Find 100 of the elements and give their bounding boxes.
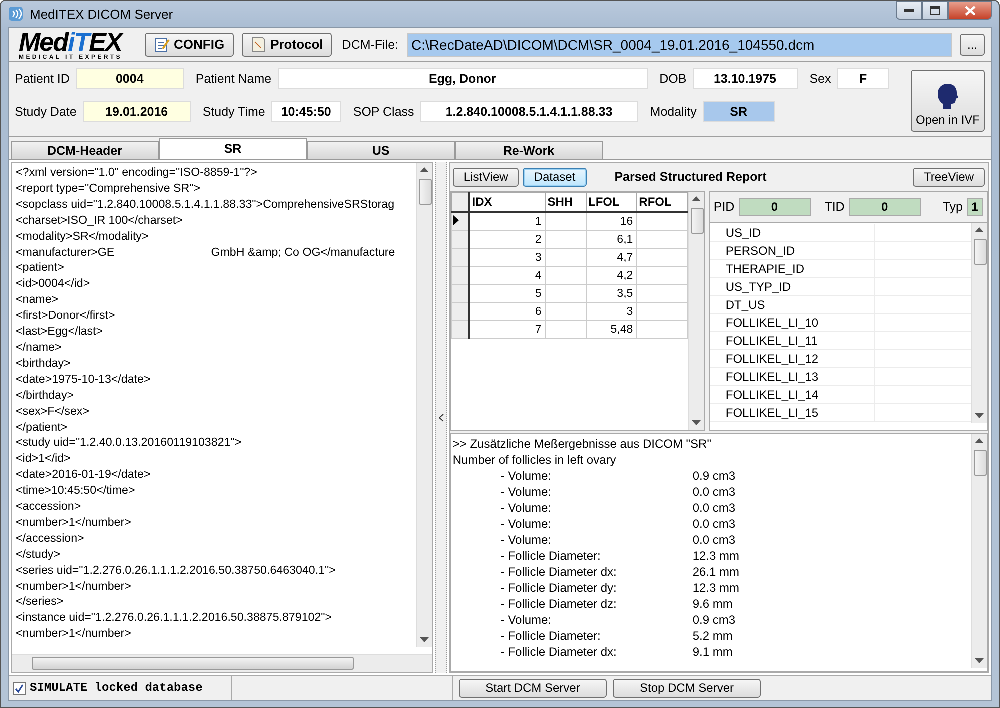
minimize-icon — [904, 8, 914, 12]
row-indicator[interactable] — [451, 248, 470, 266]
value-field[interactable]: F — [837, 68, 890, 89]
value-field[interactable]: SR — [702, 101, 775, 122]
field-name: US_ID — [710, 224, 875, 241]
value-field[interactable]: 1 — [967, 198, 983, 216]
xml-line: <name> — [16, 292, 59, 308]
tab[interactable]: US — [307, 141, 455, 159]
measurement-label: - Follicle Diameter dx: — [500, 564, 618, 580]
minimize-button[interactable] — [896, 1, 922, 20]
scroll-up-icon[interactable] — [975, 227, 984, 233]
xml-line: </accession> — [16, 530, 84, 547]
row-indicator[interactable] — [451, 212, 470, 230]
xml-line: </birthday> — [16, 388, 74, 404]
close-button[interactable] — [948, 1, 992, 20]
column-header[interactable]: LFOL — [586, 192, 637, 212]
table-cell: 3 — [626, 306, 634, 318]
tab[interactable]: SR — [159, 138, 307, 159]
checkbox[interactable] — [13, 682, 26, 694]
scroll-up-icon[interactable] — [420, 167, 430, 173]
xml-line: <?xml version="1.0" encoding="ISO-8859-1"?> — [16, 165, 258, 181]
scroll-down-icon[interactable] — [975, 413, 984, 419]
person-silhouette-icon — [935, 82, 961, 110]
row-indicator[interactable] — [451, 320, 470, 338]
vertical-scrollbar[interactable] — [416, 163, 432, 647]
value-field[interactable]: Egg, Donor — [278, 68, 648, 89]
checkmark-icon — [15, 684, 24, 692]
measurement-value: 0.0 cm3 — [692, 532, 736, 548]
row-indicator[interactable] — [451, 284, 470, 302]
scroll-down-icon[interactable] — [692, 420, 701, 426]
measurement-value: 9.6 mm — [692, 596, 733, 612]
measurement-value: 9.1 mm — [692, 644, 733, 660]
treeview-button[interactable]: TreeView — [912, 168, 985, 186]
maximize-button[interactable] — [922, 1, 948, 20]
xml-line: <sex>F</sex> — [16, 404, 90, 420]
value-field[interactable]: 19.01.2016 — [82, 101, 191, 122]
field-label: Patient ID — [15, 72, 70, 86]
xml-line: <charset>ISO_IR 100</charset> — [16, 212, 183, 229]
view-button[interactable]: Dataset — [523, 168, 587, 186]
scroll-thumb[interactable] — [974, 450, 987, 476]
table-cell: 4,7 — [617, 252, 634, 264]
table-cell: 1 — [535, 216, 542, 228]
field-name: THERAPIE_ID — [710, 260, 875, 277]
table-cell: 4 — [535, 270, 542, 282]
data-grid[interactable]: IDX SHH LFOL RFOL 1 16 2 6,1 3 4,7 4 4,2 5 3,5 6 3 7 5,48 — [450, 191, 705, 431]
tab[interactable]: Re-Work — [455, 141, 603, 159]
xml-line: <id>0004</id> — [16, 276, 90, 292]
splitter-handle[interactable] — [435, 162, 447, 673]
vertical-scrollbar[interactable] — [688, 192, 704, 430]
row-indicator[interactable] — [451, 302, 470, 320]
vertical-scrollbar[interactable] — [971, 434, 987, 668]
column-header[interactable]: IDX — [469, 192, 546, 212]
close-icon — [964, 6, 976, 16]
browse-button[interactable]: ... — [960, 34, 985, 56]
scroll-up-icon[interactable] — [692, 196, 701, 202]
scroll-thumb[interactable] — [32, 657, 354, 670]
measurement-label: - Follicle Diameter dx: — [500, 644, 618, 660]
value-field[interactable]: 10:45:50 — [271, 101, 342, 122]
scroll-down-icon[interactable] — [975, 658, 984, 664]
scroll-up-icon[interactable] — [975, 438, 984, 444]
row-indicator[interactable] — [451, 266, 470, 284]
server-button[interactable]: Stop DCM Server — [613, 678, 761, 698]
xml-line: <number>1</number> — [16, 514, 132, 531]
scroll-down-icon[interactable] — [420, 637, 430, 643]
open-in-ivf-button[interactable]: Open in IVF — [911, 70, 985, 132]
xml-line: <id>1</id> — [16, 451, 71, 468]
measurement-value: 0.0 cm3 — [692, 500, 736, 516]
value-field[interactable]: 13.10.1975 — [692, 68, 798, 89]
config-button[interactable]: CONFIG — [145, 32, 234, 56]
horizontal-scrollbar[interactable] — [12, 654, 432, 672]
field-name: FOLLIKEL_LI_12 — [710, 350, 875, 367]
vertical-scrollbar[interactable] — [971, 223, 987, 423]
view-button[interactable]: ListView — [452, 168, 520, 186]
measurement-label: - Follicle Diameter: — [500, 628, 602, 644]
field-label: Typ — [942, 200, 963, 214]
xml-line: <number>1</number> — [16, 578, 132, 594]
server-button[interactable]: Start DCM Server — [459, 678, 607, 698]
measurement-value: 0.0 cm3 — [692, 516, 736, 532]
protocol-button[interactable]: Protocol — [242, 32, 332, 56]
xml-line: <patient> — [16, 260, 64, 276]
scroll-thumb[interactable] — [974, 239, 987, 265]
value-field[interactable]: 0 — [738, 198, 811, 216]
measurement-label: - Volume: — [500, 484, 553, 500]
column-header[interactable]: RFOL — [636, 192, 688, 212]
field-name: FOLLIKEL_LI_13 — [710, 368, 875, 385]
file-path-field[interactable]: C:\RecDateAD\DICOM\DCM\SR_0004_19.01.2016_104550.dcm — [406, 32, 952, 56]
column-header[interactable]: SHH — [545, 192, 586, 212]
value-field[interactable]: 0004 — [76, 68, 184, 89]
scroll-thumb[interactable] — [419, 179, 432, 205]
xml-line: <last>Egg</last> — [16, 324, 104, 340]
value-field[interactable]: 0 — [848, 198, 921, 216]
row-indicator[interactable] — [451, 230, 470, 248]
scroll-thumb[interactable] — [690, 208, 704, 234]
maximize-icon — [930, 6, 940, 15]
measurement-value: 5.2 mm — [692, 628, 733, 644]
field-name: FOLLIKEL_LI_11 — [710, 332, 875, 349]
table-cell: 5 — [535, 288, 542, 300]
field-label: SOP Class — [353, 104, 414, 118]
value-field[interactable]: 1.2.840.10008.5.1.4.1.1.88.33 — [420, 101, 638, 122]
tab[interactable]: DCM-Header — [11, 141, 159, 159]
